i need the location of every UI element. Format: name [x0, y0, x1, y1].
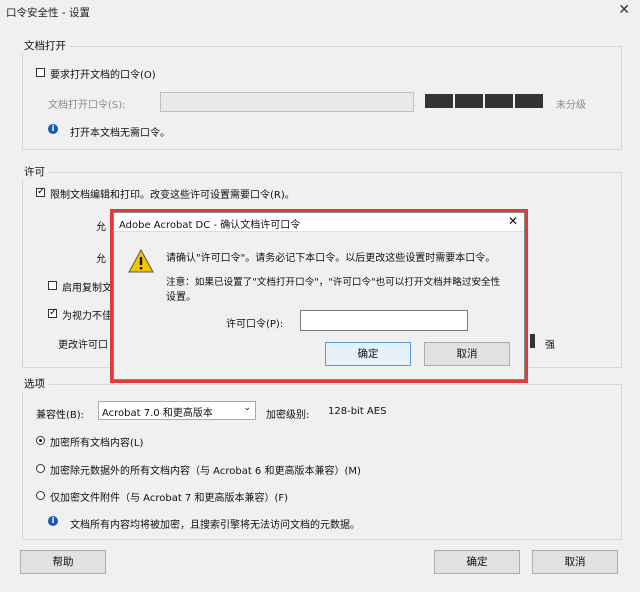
encrypt-all-label: 加密所有文档内容(L) — [50, 438, 144, 449]
permissions-strength-label: 强 — [545, 340, 555, 351]
modal-ok-button[interactable]: 确定 — [325, 342, 411, 366]
modal-title: Adobe Acrobat DC - 确认文档许可口令 — [119, 220, 301, 231]
enable-copy-label: 启用复制文 — [62, 283, 112, 294]
confirm-password-dialog: Adobe Acrobat DC - 确认文档许可口令 ✕ 请确认"许可口令"。… — [113, 212, 525, 380]
info-icon: i — [48, 124, 58, 134]
encrypt-except-metadata-label: 加密除元数据外的所有文档内容（与 Acrobat 6 和更高版本兼容）(M) — [50, 466, 361, 477]
info-icon: i — [48, 516, 58, 526]
doc-open-section-title: 文档打开 — [20, 38, 70, 53]
options-section-title: 选项 — [20, 376, 49, 391]
modal-cancel-button[interactable]: 取消 — [424, 342, 510, 366]
strength-segment — [455, 94, 485, 108]
encrypt-attachments-radio[interactable] — [36, 491, 45, 500]
modal-note-line2: 设置。 — [166, 292, 196, 303]
compat-label: 兼容性(B): — [36, 410, 85, 421]
encrypt-all-radio[interactable] — [36, 436, 45, 445]
change-permissions-password-label: 更改许可口 — [58, 340, 108, 351]
doc-open-info-text: 打开本文档无需口令。 — [70, 128, 170, 139]
help-button[interactable]: 帮助 — [20, 550, 106, 574]
modal-close-icon[interactable]: ✕ — [508, 214, 518, 228]
compat-select[interactable]: Acrobat 7.0 和更高版本 ⌄ — [98, 401, 256, 420]
strength-segment — [515, 94, 545, 108]
warning-icon — [128, 249, 154, 273]
strength-segment — [485, 94, 515, 108]
cancel-button[interactable]: 取消 — [532, 550, 618, 574]
restrict-editing-checkbox[interactable] — [36, 186, 45, 197]
modal-field-label: 许可口令(P): — [226, 319, 284, 330]
compat-select-value: Acrobat 7.0 和更高版本 — [102, 408, 213, 419]
encrypt-attachments-label: 仅加密文件附件（与 Acrobat 7 和更高版本兼容）(F) — [50, 493, 289, 504]
window-title: 口令安全性 - 设置 — [6, 7, 90, 19]
encryption-level-value: 128-bit AES — [328, 406, 387, 417]
require-password-label: 要求打开文档的口令(O) — [50, 70, 156, 81]
modal-note-line1: 注意：如果已设置了"文档打开口令"，"许可口令"也可以打开文档并略过安全性 — [166, 277, 501, 288]
ok-button[interactable]: 确定 — [434, 550, 520, 574]
doc-open-password-input[interactable] — [160, 92, 414, 112]
close-icon[interactable]: ✕ — [618, 2, 630, 18]
strength-label: 未分级 — [556, 100, 586, 111]
accessibility-checkbox[interactable] — [48, 307, 57, 318]
permissions-password-input[interactable] — [300, 310, 468, 331]
permissions-section-title: 许可 — [20, 164, 49, 179]
encrypt-except-metadata-radio[interactable] — [36, 464, 45, 473]
restrict-editing-label: 限制文档编辑和打印。改变这些许可设置需要口令(R)。 — [50, 190, 295, 201]
options-info-text: 文档所有内容均将被加密，且搜索引擎将无法访问文档的元数据。 — [70, 520, 360, 531]
modal-titlebar: Adobe Acrobat DC - 确认文档许可口令 ✕ — [114, 213, 524, 232]
strength-segment — [425, 94, 455, 108]
permissions-strength-bar — [530, 334, 535, 348]
enable-copy-checkbox[interactable] — [48, 281, 57, 290]
accessibility-label: 为视力不佳 — [62, 311, 112, 322]
modal-message: 请确认"许可口令"。请务必记下本口令。以后更改这些设置时需要本口令。 — [166, 253, 496, 264]
printing-allowed-label: 允 — [96, 222, 106, 233]
changes-allowed-label: 允 — [96, 254, 106, 265]
encryption-level-label: 加密级别: — [266, 410, 310, 421]
require-password-checkbox[interactable] — [36, 68, 45, 77]
password-label: 文档打开口令(S): — [48, 100, 126, 111]
chevron-down-icon: ⌄ — [243, 403, 251, 413]
password-strength-meter — [425, 94, 545, 108]
